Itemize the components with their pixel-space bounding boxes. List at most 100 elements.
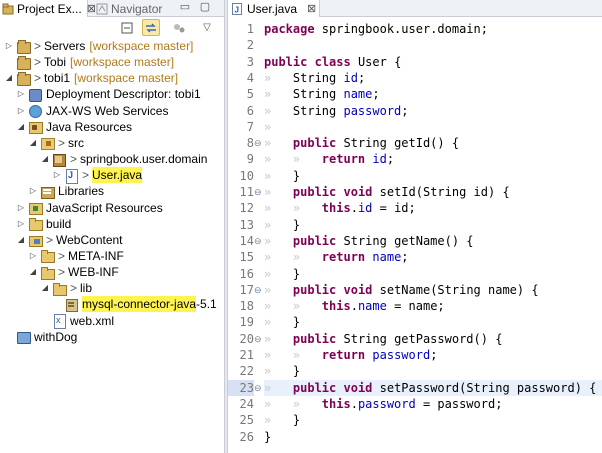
maximize-icon[interactable]: ▢ (198, 1, 212, 15)
code-line[interactable]: » public String getPassword() { (264, 331, 502, 347)
tab-navigator[interactable]: Navigator (96, 0, 162, 17)
fold-collapse-icon[interactable]: ⊖ (254, 135, 264, 151)
fold-collapse-icon[interactable]: ⊖ (254, 184, 264, 200)
expanded-twisty-icon[interactable]: ◢ (16, 122, 26, 132)
tree-item[interactable]: ◢ > springbook.user.domain (40, 151, 207, 167)
tree-item-label: build (46, 216, 72, 231)
collapsed-twisty-icon[interactable]: ▷ (16, 203, 26, 213)
close-icon[interactable]: ⊠ (87, 1, 96, 17)
close-icon[interactable]: ⊠ (307, 2, 316, 15)
tab-project-explorer[interactable]: Project Ex... ⊠ (0, 0, 96, 17)
tree-item[interactable]: ▷ >User.java (52, 167, 143, 184)
tree-item[interactable]: ▷ build (16, 216, 71, 232)
keyword-token: return (321, 152, 366, 167)
code-token: ; (357, 70, 366, 85)
code-line[interactable]: public class User { (264, 54, 401, 70)
tree-item[interactable]: ◢ Java Resources (16, 119, 132, 135)
tree-item[interactable]: ▷ JavaScript Resources (16, 200, 163, 216)
keyword-token: public (292, 233, 337, 248)
tree-item[interactable]: web.xml (40, 313, 114, 330)
tree-item[interactable]: ◢ > src (28, 135, 84, 151)
fold-collapse-icon[interactable]: ⊖ (254, 233, 264, 249)
collapsed-twisty-icon[interactable]: ▷ (16, 219, 26, 229)
code-line[interactable]: » » return id; (264, 151, 394, 167)
code-line[interactable]: » String name; (264, 86, 380, 102)
code-token: } (292, 168, 301, 183)
tree-item[interactable]: ▷ JAX-WS Web Services (16, 103, 168, 119)
code-area[interactable]: package springbook.user.domain; public cl… (264, 17, 602, 453)
collapsed-twisty-icon[interactable]: ▷ (16, 106, 26, 116)
code-token: } (292, 315, 301, 330)
tree-item[interactable]: ◢ > tobi1 [workspace master] (4, 70, 178, 86)
whitespace-marker: » (264, 282, 293, 297)
tree-item[interactable]: mysql-connector-java -5.1 (52, 296, 217, 313)
code-line[interactable]: » } (264, 217, 300, 233)
expanded-twisty-icon[interactable]: ◢ (28, 267, 38, 277)
web-folder-icon (28, 233, 43, 248)
collapsed-twisty-icon[interactable]: ▷ (16, 89, 26, 99)
code-line[interactable]: package springbook.user.domain; (264, 21, 488, 37)
code-line[interactable]: » » return password; (264, 347, 437, 363)
code-line[interactable]: » public void setName(String name) { (264, 282, 539, 298)
tree-item[interactable]: ◢ > lib (40, 280, 92, 296)
code-line[interactable]: » » this.password = password; (264, 396, 502, 412)
code-line[interactable]: » » return name; (264, 249, 409, 265)
fold-collapse-icon[interactable]: ⊖ (254, 282, 264, 298)
collapse-all-button[interactable] (118, 19, 136, 36)
code-line[interactable]: » String password; (264, 103, 409, 119)
expanded-twisty-icon[interactable]: ◢ (40, 283, 50, 293)
git-change-marker: > (58, 135, 66, 150)
tree-item[interactable]: ▷ Libraries (28, 183, 104, 199)
link-with-editor-button[interactable] (142, 19, 160, 36)
collapsed-twisty-icon[interactable]: ▷ (4, 41, 14, 51)
tree-item[interactable]: withDog (4, 329, 77, 345)
code-line[interactable]: » public void setId(String id) { (264, 184, 510, 200)
git-change-marker: > (82, 168, 90, 183)
navigator-icon (96, 3, 108, 15)
collapsed-twisty-icon[interactable]: ▷ (52, 170, 62, 180)
code-line[interactable]: » } (264, 363, 300, 379)
tree-item-label: JAX-WS Web Services (46, 103, 169, 118)
line-number: 26 (239, 429, 254, 444)
collapsed-twisty-icon[interactable]: ▷ (28, 251, 38, 261)
tree-item[interactable]: ▷ > META-INF (28, 248, 124, 264)
code-line[interactable]: » » this.id = id; (264, 200, 416, 216)
code-line[interactable]: » » this.name = name; (264, 298, 445, 314)
view-menu-button[interactable]: ▽ (198, 19, 216, 36)
code-token: String (292, 70, 344, 85)
code-line[interactable]: » (264, 119, 293, 135)
code-line[interactable]: » public String getId() { (264, 135, 459, 151)
code-token: ; (372, 87, 380, 102)
tree-item[interactable]: ◢ > WEB-INF (28, 264, 119, 280)
code-line[interactable]: » } (264, 314, 300, 330)
whitespace-marker: » » (264, 201, 322, 216)
minimize-icon[interactable]: ▭ (178, 1, 192, 15)
code-line[interactable]: » String id; (264, 70, 365, 86)
fold-collapse-icon[interactable]: ⊖ (254, 380, 264, 396)
tab-user-java[interactable]: J User.java ⊠ (228, 0, 320, 17)
expanded-twisty-icon[interactable]: ◢ (40, 154, 50, 164)
tree-item[interactable]: > Tobi [workspace master] (4, 54, 174, 70)
code-line[interactable]: » } (264, 266, 300, 282)
tree-item[interactable]: ▷ Deployment Descriptor: tobi1 (16, 86, 201, 102)
tree-item[interactable]: ◢ > WebContent (16, 232, 123, 248)
code-line[interactable]: » public String getName() { (264, 233, 474, 249)
expanded-twisty-icon[interactable]: ◢ (4, 73, 14, 83)
code-line[interactable]: » } (264, 412, 300, 428)
tree-item[interactable]: ▷ > Servers [workspace master] (4, 38, 193, 54)
code-token: ; (401, 250, 409, 265)
code-line[interactable]: } (264, 429, 271, 445)
line-number: 12 (239, 201, 254, 216)
filter-button[interactable] (170, 19, 188, 36)
fold-collapse-icon[interactable]: ⊖ (254, 331, 264, 347)
code-token: } (292, 364, 301, 379)
expanded-twisty-icon[interactable]: ◢ (16, 235, 26, 245)
keyword-token: class (314, 54, 351, 69)
code-line[interactable]: » } (264, 168, 300, 184)
expanded-twisty-icon[interactable]: ◢ (28, 138, 38, 148)
collapsed-twisty-icon[interactable]: ▷ (28, 186, 38, 196)
code-line[interactable]: » public void setPassword(String passwor… (264, 379, 602, 396)
keyword-token: void (343, 282, 373, 297)
code-token: . (350, 201, 358, 216)
